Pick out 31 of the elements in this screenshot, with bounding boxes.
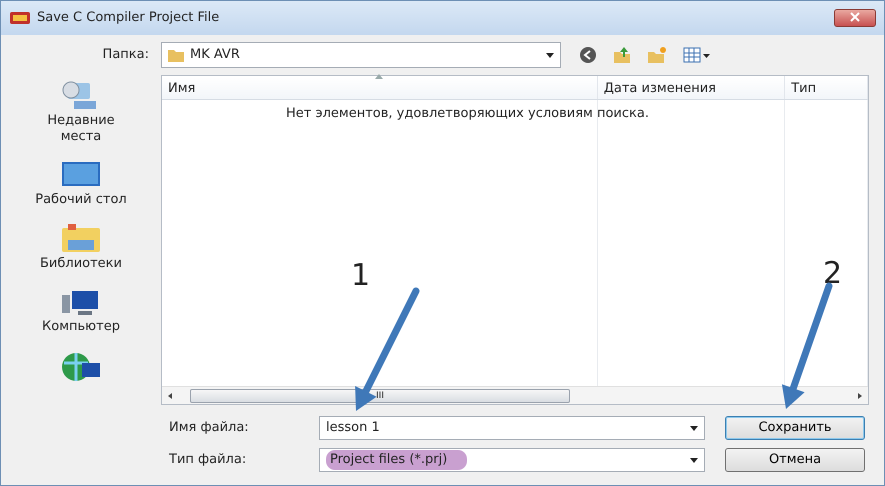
caret-icon [690, 458, 698, 462]
up-folder-icon[interactable] [613, 46, 631, 64]
empty-message: Нет элементов, удовлетворяющих условиям поиска. [286, 105, 649, 123]
scrollbar-thumb[interactable]: III [190, 388, 570, 402]
back-icon[interactable] [579, 46, 597, 64]
filetype-combo[interactable]: Project files (*.prj) [319, 448, 705, 472]
filetype-label: Тип файла: [168, 451, 248, 470]
folder-icon [168, 48, 184, 62]
cancel-button[interactable]: Отмена [725, 448, 865, 472]
caret-icon [690, 426, 698, 430]
column-header[interactable]: Дата изменения [598, 76, 786, 99]
annotation-number: 2 [823, 255, 842, 293]
folder-label: Папка: [102, 46, 150, 64]
close-button[interactable] [834, 9, 876, 27]
sort-arrow-icon [375, 74, 384, 79]
sidebar-item[interactable]: Недавние места [26, 113, 136, 144]
filename-label: Имя файла: [168, 419, 250, 438]
save-button[interactable]: Сохранить [725, 416, 865, 440]
annotation-number: 1 [351, 257, 370, 295]
folder-combo[interactable]: MK AVR [161, 42, 561, 68]
filename-combo[interactable]: lesson 1 [319, 416, 705, 440]
window-title: Save C Compiler Project File [37, 9, 220, 28]
sidebar-item[interactable]: Библиотеки [40, 256, 122, 272]
sidebar-item[interactable]: Компьютер [42, 319, 120, 335]
column-header[interactable]: Имя [162, 76, 598, 99]
caret-icon [546, 52, 554, 58]
column-header[interactable]: Тип [785, 76, 868, 99]
app-logo-icon [9, 10, 31, 26]
sidebar-item[interactable]: Рабочий стол [35, 192, 127, 208]
close-icon [850, 12, 860, 22]
view-menu-icon[interactable] [683, 46, 711, 64]
